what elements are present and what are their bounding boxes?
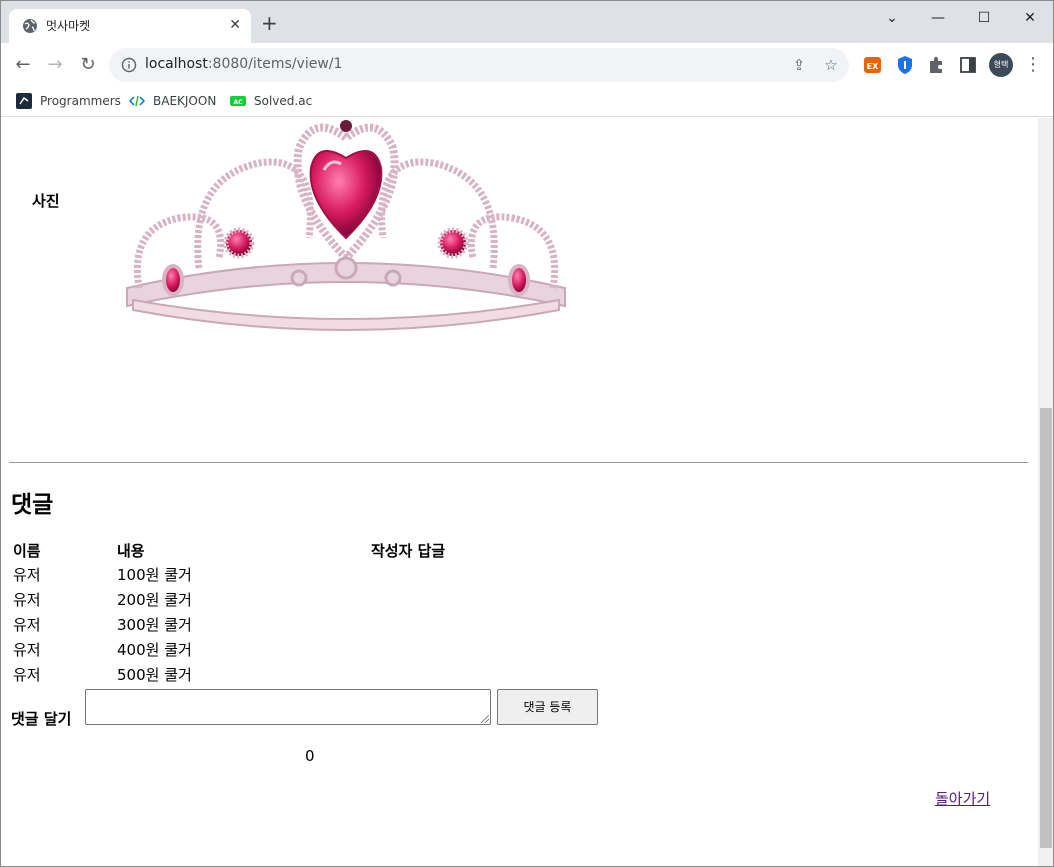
bookmark-solvedac[interactable]: AC Solved.ac [230, 93, 312, 109]
extensions-puzzle-icon[interactable] [926, 55, 946, 75]
forward-icon[interactable]: → [43, 53, 67, 77]
svg-text:AC: AC [233, 99, 243, 106]
cell-name: 유저 [13, 591, 41, 609]
minimize-icon[interactable]: — [915, 5, 961, 31]
tab-close-icon[interactable]: ✕ [229, 17, 241, 33]
solvedac-icon: AC [230, 96, 246, 106]
bookmark-label: Programmers [40, 94, 121, 108]
back-icon[interactable]: ← [11, 53, 35, 77]
star-icon[interactable]: ☆ [821, 55, 841, 75]
url-text[interactable]: localhost:8080/items/view/1 [145, 56, 342, 72]
cell-reply [369, 612, 489, 637]
table-row: 유저 500원 쿨거 [11, 662, 489, 687]
svg-text:EX: EX [867, 62, 879, 71]
header-content: 내용 [117, 541, 145, 560]
comments-heading: 댓글 [11, 492, 54, 518]
share-icon[interactable]: ⇪ [789, 55, 809, 75]
table-header-row: 이름 내용 작성자 답글 [11, 538, 489, 562]
extension-ex-icon[interactable]: EX [863, 55, 883, 75]
bookmark-label: Solved.ac [254, 94, 313, 108]
table-row: 유저 300원 쿨거 [11, 612, 489, 637]
cell-reply [369, 562, 489, 587]
resize-grip-icon[interactable] [481, 715, 489, 723]
header-reply: 작성자 답글 [371, 541, 446, 560]
address-bar[interactable]: localhost:8080/items/view/1 ⇪ ☆ [109, 48, 849, 82]
cell-name: 유저 [13, 616, 41, 634]
cell-name: 유저 [13, 666, 41, 684]
cell-content: 300원 쿨거 [117, 616, 192, 634]
cell-reply [369, 587, 489, 612]
cell-name: 유저 [13, 566, 41, 584]
photo-label: 사진 [32, 192, 60, 210]
bookmark-programmers[interactable]: Programmers [16, 93, 121, 109]
vertical-scrollbar[interactable] [1038, 118, 1053, 866]
globe-icon [23, 19, 37, 33]
maximize-icon[interactable]: ☐ [961, 5, 1007, 31]
reply-submit-button[interactable]: 댓글 등록 [497, 689, 598, 725]
bookmark-label: BAEKJOON [153, 94, 217, 108]
table-row: 유저 100원 쿨거 [11, 562, 489, 587]
bookmark-baekjoon[interactable]: BAEKJOON [129, 93, 216, 109]
baekjoon-icon [129, 95, 145, 107]
new-tab-icon[interactable]: + [261, 13, 278, 33]
header-name: 이름 [13, 541, 41, 560]
reload-icon[interactable]: ↻ [76, 53, 100, 77]
url-path: :8080/items/view/1 [207, 56, 343, 72]
programmers-icon [16, 93, 32, 109]
menu-kebab-icon[interactable]: ⋮ [1021, 53, 1045, 77]
tiara-photo [126, 120, 566, 331]
cell-name: 유저 [13, 641, 41, 659]
scrollbar-thumb[interactable] [1040, 408, 1052, 848]
cell-content: 100원 쿨거 [117, 566, 192, 584]
cell-reply [369, 637, 489, 662]
tab-search-icon[interactable]: ⌄ [869, 5, 915, 31]
active-tab[interactable]: 멋사마켓 ✕ [9, 9, 251, 43]
profile-avatar[interactable]: 형택 [989, 53, 1013, 77]
page-content: 사진 댓글 이름 내용 작성자 답글 유저 100원 쿨거 유저 200원 쿨거… [1, 118, 1038, 866]
table-row: 유저 200원 쿨거 [11, 587, 489, 612]
toolbar: ← → ↻ localhost:8080/items/view/1 ⇪ ☆ EX [1, 43, 1053, 87]
title-bar: 멋사마켓 ✕ + ⌄ — ☐ ✕ [1, 1, 1053, 43]
table-row: 유저 400원 쿨거 [11, 637, 489, 662]
reply-textarea[interactable] [85, 689, 491, 725]
url-host: localhost [145, 56, 208, 72]
cell-content: 400원 쿨거 [117, 641, 192, 659]
comments-table: 이름 내용 작성자 답글 유저 100원 쿨거 유저 200원 쿨거 유저 30… [11, 538, 489, 687]
cell-reply [369, 662, 489, 687]
tab-title: 멋사마켓 [46, 19, 91, 33]
comment-count: 0 [305, 747, 315, 765]
reply-label: 댓글 달기 [11, 710, 72, 728]
section-divider [9, 462, 1028, 463]
browser-window: 멋사마켓 ✕ + ⌄ — ☐ ✕ ← → ↻ localhost:8080/it… [0, 0, 1054, 867]
info-icon[interactable] [121, 57, 137, 73]
cell-content: 200원 쿨거 [117, 591, 192, 609]
bookmarks-bar: Programmers BAEKJOON AC Solved.ac [1, 87, 1053, 117]
side-panel-icon[interactable] [958, 55, 978, 75]
close-window-icon[interactable]: ✕ [1007, 5, 1053, 31]
cell-content: 500원 쿨거 [117, 666, 192, 684]
back-link[interactable]: 돌아가기 [935, 788, 990, 809]
shield-icon[interactable] [895, 55, 915, 75]
